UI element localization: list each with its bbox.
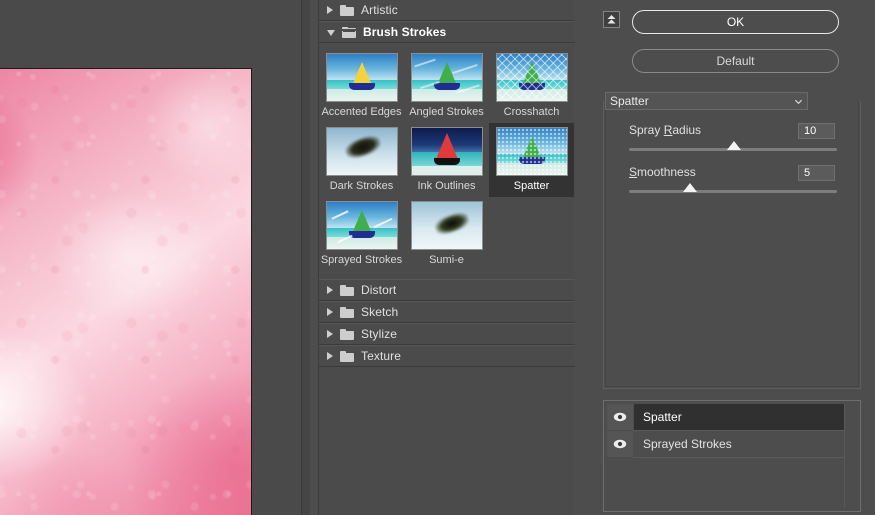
filter-item-accented-edges[interactable]: Accented Edges [319,49,404,123]
filter-thumbnail [410,201,483,250]
filter-thumbnail [495,53,568,102]
category-label: Stylize [361,327,398,341]
visibility-toggle[interactable] [607,431,634,457]
filter-item-sprayed-strokes[interactable]: Sprayed Strokes [319,197,404,271]
category-label: Artistic [361,3,398,17]
category-row-sketch[interactable]: Sketch [319,301,575,323]
visibility-toggle[interactable] [607,404,634,430]
applied-filters-list[interactable]: Spatter Sprayed Strokes [603,400,861,512]
spray-radius-handle[interactable] [726,141,741,150]
smoothness-handle[interactable] [683,183,698,192]
filter-item-ink-outlines[interactable]: Ink Outlines [404,123,489,197]
triangle-right-icon[interactable] [327,352,333,360]
triangle-right-icon[interactable] [327,286,333,294]
smoothness-track[interactable] [629,183,837,193]
filter-thumbnail-grid: Accented Edges Angled Strokes Crosshatch… [319,43,575,279]
filter-gallery-window: Artistic Brush Strokes Accented Edges An… [0,0,875,515]
filter-thumbnail [325,201,398,250]
preview-area[interactable] [0,0,310,515]
filter-thumbnail [325,53,398,102]
category-label: Sketch [361,305,399,319]
preview-gutter [301,0,310,515]
category-row-distort[interactable]: Distort [319,279,575,301]
spray-radius-value: 10 [804,125,817,137]
eye-icon [613,439,627,449]
smoothness-value-input[interactable]: 5 [798,165,835,181]
folder-closed-icon [340,4,354,16]
slider-label: Smoothness [629,165,696,179]
filter-thumbnail [410,53,483,102]
category-label: Texture [361,349,402,363]
spray-radius-track[interactable] [629,141,837,151]
layers-scrollbar[interactable] [844,404,857,508]
filter-item-label: Sprayed Strokes [320,254,403,266]
applied-filter-row-sprayed-strokes[interactable]: Sprayed Strokes [607,431,857,457]
filter-item-label: Sumi-e [429,254,464,266]
settings-panel: OK Default Spatter Spray Radius 10 Smoot… [575,0,875,515]
folder-closed-icon [340,350,354,362]
default-button[interactable]: Default [632,49,839,73]
category-row-texture[interactable]: Texture [319,345,575,367]
filter-item-sumi-e[interactable]: Sumi-e [404,197,489,271]
image-preview-canvas[interactable] [0,68,252,515]
chevron-down-icon [794,99,803,104]
eye-icon [613,412,627,422]
folder-open-icon [342,26,356,38]
filter-item-crosshatch[interactable]: Crosshatch [489,49,574,123]
category-row-artistic[interactable]: Artistic [319,0,575,21]
filter-item-label: Spatter [513,180,550,192]
collapse-panel-button[interactable] [603,11,620,28]
applied-filter-name: Sprayed Strokes [643,437,732,451]
category-row-brush-strokes[interactable]: Brush Strokes [319,21,575,43]
filter-select-dropdown[interactable]: Spatter [605,92,808,110]
list-divider [633,457,857,458]
filter-item-angled-strokes[interactable]: Angled Strokes [404,49,489,123]
filter-item-dark-strokes[interactable]: Dark Strokes [319,123,404,197]
filter-thumbnail [410,127,483,176]
filter-select-value: Spatter [610,94,649,108]
applied-filter-row-spatter[interactable]: Spatter [607,404,857,430]
folder-closed-icon [340,306,354,318]
triangle-right-icon[interactable] [327,308,333,316]
triangle-down-icon[interactable] [327,30,335,36]
smoothness-value: 5 [804,167,811,179]
filter-item-label: Dark Strokes [329,180,394,192]
category-label: Distort [361,283,397,297]
filter-category-list[interactable]: Artistic Brush Strokes Accented Edges An… [318,0,576,515]
ok-button-label: OK [726,15,745,29]
ok-button[interactable]: OK [632,10,839,34]
filter-item-label: Ink Outlines [417,180,476,192]
filter-item-label: Accented Edges [321,106,402,118]
category-label: Brush Strokes [363,25,447,39]
folder-closed-icon [340,284,354,296]
filter-thumbnail [325,127,398,176]
filter-thumbnail [495,127,568,176]
slider-label: Spray Radius [629,123,702,137]
triangle-right-icon[interactable] [327,330,333,338]
filter-item-label: Angled Strokes [409,106,484,118]
filter-item-spatter[interactable]: Spatter [489,123,574,197]
default-button-label: Default [716,54,755,68]
preview-image-texture [0,69,251,515]
double-chevron-up-icon [607,15,616,24]
folder-closed-icon [340,328,354,340]
category-row-stylize[interactable]: Stylize [319,323,575,345]
applied-filter-name: Spatter [643,410,682,424]
spray-radius-value-input[interactable]: 10 [798,123,835,139]
filter-item-label: Crosshatch [503,106,560,118]
triangle-right-icon[interactable] [327,6,333,14]
